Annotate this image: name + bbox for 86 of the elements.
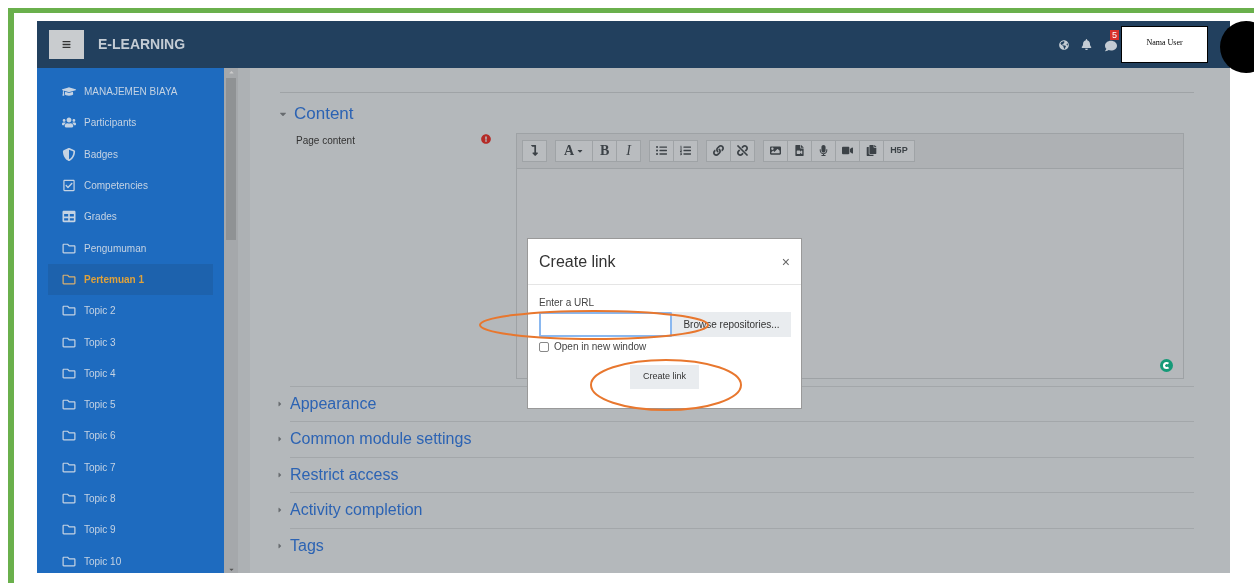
- folder-icon: [62, 398, 76, 412]
- user-name-box[interactable]: Nama User: [1121, 26, 1208, 63]
- record-audio-button[interactable]: [811, 139, 837, 162]
- folder-icon: [62, 429, 76, 443]
- sidebar-item[interactable]: Topic 9: [48, 514, 213, 546]
- numbered-list-icon: [680, 145, 692, 156]
- checkbox-label: Open in new window: [554, 341, 647, 353]
- sidebar-item[interactable]: Topic 3: [48, 326, 213, 358]
- h5p-button[interactable]: H5P: [883, 139, 915, 162]
- globe-icon[interactable]: [1059, 39, 1069, 50]
- create-link-button[interactable]: Create link: [630, 365, 699, 389]
- sidebar-item[interactable]: Topic 10: [48, 545, 213, 577]
- folder-icon: [62, 523, 76, 537]
- folder-icon: [62, 241, 76, 255]
- section-heading[interactable]: Restrict access: [290, 462, 399, 487]
- sidebar-item[interactable]: Pertemuan 1: [48, 263, 213, 296]
- microphone-icon: [818, 145, 830, 156]
- section-heading[interactable]: Common module settings: [290, 427, 472, 452]
- video-camera-icon: [842, 145, 854, 156]
- expand-caret-icon[interactable]: [276, 470, 284, 479]
- expand-caret-icon[interactable]: [276, 435, 284, 444]
- media-file-icon: [794, 145, 806, 156]
- folder-icon: [62, 272, 76, 286]
- notification-badge: 5: [1110, 30, 1119, 40]
- graduation-cap-icon: [62, 85, 76, 99]
- expand-caret-icon[interactable]: [276, 399, 284, 408]
- link-icon: [713, 145, 725, 156]
- section-heading[interactable]: Tags: [290, 533, 324, 558]
- sidebar-item[interactable]: Topic 6: [48, 420, 213, 452]
- numbers-button[interactable]: [673, 139, 699, 162]
- url-input[interactable]: [539, 312, 672, 337]
- italic-button[interactable]: I: [616, 139, 642, 162]
- section-heading[interactable]: Content: [294, 101, 354, 127]
- sidebar-item[interactable]: Topic 2: [48, 295, 213, 327]
- checkbox[interactable]: [539, 342, 549, 352]
- record-video-button[interactable]: [835, 139, 861, 162]
- sidebar-item[interactable]: Competencies: [48, 169, 213, 202]
- unlink-icon: [737, 145, 749, 156]
- table-icon: [62, 210, 76, 224]
- sidebar-item[interactable]: Participants: [48, 107, 213, 139]
- folder-icon: [62, 492, 76, 505]
- font-color-button[interactable]: A: [555, 139, 594, 162]
- scroll-down-icon[interactable]: [227, 566, 235, 573]
- collapse-button[interactable]: [522, 139, 547, 162]
- media-button[interactable]: [787, 139, 813, 162]
- files-icon: [866, 145, 878, 156]
- bold-button[interactable]: B: [592, 139, 618, 162]
- close-button[interactable]: ×: [781, 254, 790, 269]
- bullet-list-icon: [656, 145, 668, 156]
- sidebar-scrollbar[interactable]: [224, 68, 238, 573]
- link-button[interactable]: [706, 139, 732, 162]
- field-label: Page content: [296, 133, 356, 148]
- bell-icon[interactable]: [1081, 39, 1092, 50]
- arrow-down-icon: [529, 145, 540, 156]
- section-heading[interactable]: Appearance: [290, 391, 377, 416]
- manage-files-button[interactable]: [859, 139, 885, 162]
- expand-caret-icon[interactable]: [276, 541, 284, 550]
- expand-caret-icon[interactable]: [276, 506, 284, 515]
- sidebar-item[interactable]: Topic 8: [48, 482, 213, 515]
- shield-icon: [62, 147, 76, 161]
- sidebar-item[interactable]: MANAJEMEN BIAYA: [48, 76, 213, 108]
- sidebar-item[interactable]: Topic 7: [48, 451, 213, 483]
- image-button[interactable]: [763, 139, 789, 162]
- sidebar-item[interactable]: Grades: [48, 201, 213, 233]
- assistant-badge-icon[interactable]: [1160, 358, 1173, 372]
- folder-icon: [62, 366, 76, 380]
- sidebar-item[interactable]: Topic 5: [48, 388, 213, 421]
- sidebar-item[interactable]: Badges: [48, 138, 213, 170]
- section-heading[interactable]: Activity completion: [290, 498, 423, 523]
- folder-icon: [62, 460, 76, 474]
- folder-icon: [62, 335, 76, 349]
- menu-button[interactable]: [49, 30, 84, 59]
- people-icon: [62, 116, 76, 130]
- folder-icon: [62, 554, 76, 568]
- bullets-button[interactable]: [649, 139, 675, 162]
- unlink-button[interactable]: [730, 139, 756, 162]
- chat-icon[interactable]: [1105, 40, 1117, 52]
- url-label: Enter a URL: [539, 297, 596, 309]
- image-icon: [770, 145, 782, 156]
- checkbox-icon: [62, 179, 76, 193]
- sidebar-item[interactable]: Pengumuman: [48, 232, 213, 264]
- site-title: E-LEARNING: [98, 35, 186, 54]
- sidebar-item[interactable]: Topic 4: [48, 357, 213, 389]
- menu-icon: [62, 40, 71, 49]
- dialog-title: Create link: [539, 251, 616, 272]
- folder-icon: [62, 304, 76, 318]
